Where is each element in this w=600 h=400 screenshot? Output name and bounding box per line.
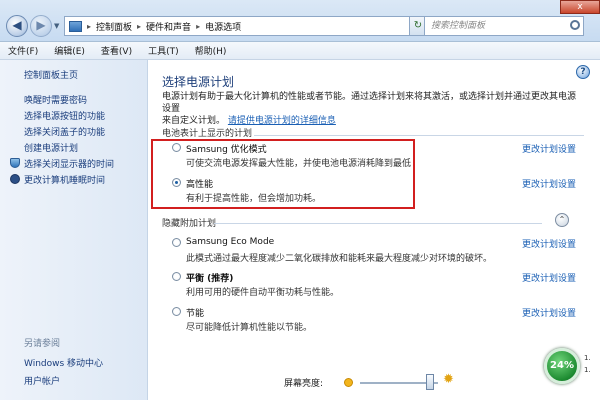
task-pane: 控制面板主页 唤醒时需要密码 选择电源按钮的功能 选择关闭盖子的功能 创建电源计…	[0, 60, 148, 400]
sidebar-item-wake-password[interactable]: 唤醒时需要密码	[24, 93, 87, 106]
change-plan-settings-link[interactable]: 更改计划设置	[522, 237, 576, 250]
breadcrumb-control-panel[interactable]: 控制面板	[96, 20, 132, 33]
breadcrumb-separator-icon[interactable]: ▸	[196, 22, 200, 31]
plan-description: 此模式通过最大程度减少二氧化碳排放和能耗来最大程度减少对环境的破坏。	[186, 254, 493, 264]
search-placeholder: 搜索控制面板	[431, 21, 486, 31]
sidebar-item-lid-close[interactable]: 选择关闭盖子的功能	[24, 125, 105, 138]
menu-bar: 文件(F) 编辑(E) 查看(V) 工具(T) 帮助(H)	[0, 42, 600, 60]
change-plan-settings-link[interactable]: 更改计划设置	[522, 271, 576, 284]
sidebar-item-create-plan[interactable]: 创建电源计划	[24, 141, 78, 154]
hidden-plans-heading: 隐藏附加计划	[162, 219, 217, 229]
back-button[interactable]: ◀	[6, 15, 28, 37]
brightness-slider-thumb[interactable]	[426, 374, 434, 390]
title-address-bar: ◀ ▶ ▼ ▸ 控制面板 ▸ 硬件和声音 ▸ 电源选项 ↻ 搜索控制面板 x	[0, 0, 600, 42]
plan-details-link[interactable]: 请提供电源计划的详细信息	[228, 116, 336, 126]
sidebar-item-display-off[interactable]: 选择关闭显示器的时间	[24, 157, 114, 170]
shield-icon	[10, 158, 20, 168]
breadcrumb-separator-icon[interactable]: ▸	[87, 22, 91, 31]
recent-pages-dropdown-icon[interactable]: ▼	[54, 22, 59, 30]
breadcrumb-hardware-sound[interactable]: 硬件和声音	[146, 20, 191, 33]
plan-radio[interactable]	[172, 238, 181, 247]
plan-name: 节能	[186, 309, 205, 319]
plan-radio[interactable]	[172, 272, 181, 281]
see-also-heading: 另请参阅	[24, 339, 61, 349]
widget-stat-down: 1.	[584, 366, 591, 374]
menu-edit[interactable]: 编辑(E)	[54, 44, 85, 57]
sidebar-item-sleep-time[interactable]: 更改计算机睡眠时间	[24, 173, 105, 186]
bright-sun-icon: ✹	[443, 372, 454, 387]
battery-widget[interactable]: 24% 1. 1.	[544, 344, 600, 400]
section-divider	[214, 223, 542, 224]
section-divider	[254, 135, 584, 136]
plan-description: 利用可用的硬件自动平衡功耗与性能。	[186, 288, 340, 298]
help-icon[interactable]: ?	[576, 65, 590, 79]
forward-button[interactable]: ▶	[30, 15, 52, 37]
control-panel-icon	[69, 20, 82, 32]
plan-radio[interactable]	[172, 307, 181, 316]
annotation-highlight-box	[151, 139, 415, 209]
change-plan-settings-link[interactable]: 更改计划设置	[522, 306, 576, 319]
intro-line1: 电源计划有助于最大化计算机的性能或者节能。通过选择计划来将其激活，或选择计划并通…	[162, 92, 577, 114]
menu-file[interactable]: 文件(F)	[8, 44, 38, 57]
search-icon[interactable]	[570, 20, 580, 30]
page-title: 选择电源计划	[162, 75, 235, 89]
search-input[interactable]: 搜索控制面板	[424, 16, 584, 36]
dim-sun-icon	[344, 378, 353, 387]
plan-description: 尽可能降低计算机性能以节能。	[186, 323, 313, 333]
plan-name: 平衡 (推荐)	[186, 274, 234, 284]
breadcrumb-power-options[interactable]: 电源选项	[205, 20, 241, 33]
see-also-mobility-center[interactable]: Windows 移动中心	[24, 356, 103, 369]
address-bar[interactable]: ▸ 控制面板 ▸ 硬件和声音 ▸ 电源选项	[64, 16, 410, 36]
menu-view[interactable]: 查看(V)	[101, 44, 132, 57]
breadcrumb-separator-icon[interactable]: ▸	[137, 22, 141, 31]
brightness-label: 屏幕亮度:	[284, 379, 324, 389]
sidebar-item-power-button[interactable]: 选择电源按钮的功能	[24, 109, 105, 122]
control-panel-home-link[interactable]: 控制面板主页	[24, 68, 78, 81]
menu-tools[interactable]: 工具(T)	[148, 44, 179, 57]
collapse-chevron-icon[interactable]: ⌃	[555, 213, 569, 227]
battery-plans-heading: 电池表计上显示的计划	[162, 129, 253, 139]
main-content: ? 选择电源计划 电源计划有助于最大化计算机的性能或者节能。通过选择计划来将其激…	[148, 60, 600, 400]
widget-stat-up: 1.	[584, 354, 591, 362]
plan-name: Samsung Eco Mode	[186, 237, 275, 247]
change-plan-settings-link[interactable]: 更改计划设置	[522, 142, 576, 155]
battery-percent-gauge[interactable]: 24%	[544, 348, 580, 384]
close-button[interactable]: x	[560, 0, 600, 14]
see-also-user-accounts[interactable]: 用户帐户	[24, 374, 60, 387]
intro-text: 电源计划有助于最大化计算机的性能或者节能。通过选择计划来将其激活，或选择计划并通…	[162, 91, 582, 127]
moon-icon	[10, 174, 20, 184]
change-plan-settings-link[interactable]: 更改计划设置	[522, 177, 576, 190]
menu-help[interactable]: 帮助(H)	[195, 44, 227, 57]
intro-line2: 来自定义计划。	[162, 116, 226, 126]
